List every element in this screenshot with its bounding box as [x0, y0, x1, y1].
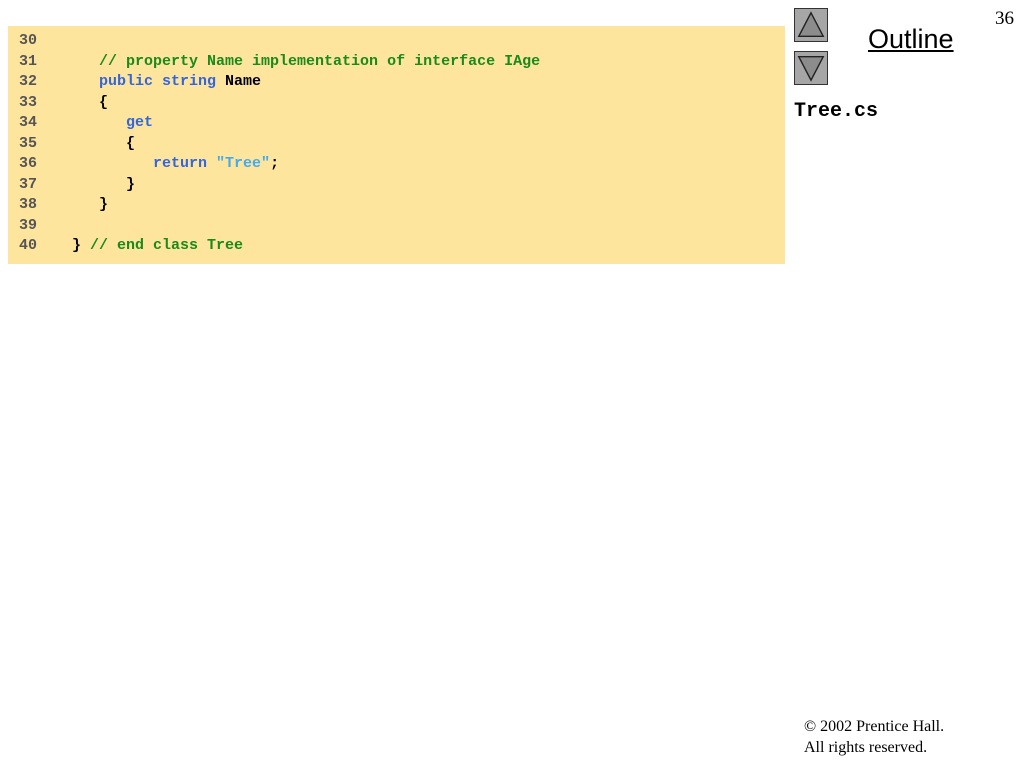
- code-line: 39: [19, 216, 785, 237]
- copyright-line-1: © 2002 Prentice Hall.: [804, 718, 945, 735]
- code-token: {: [99, 93, 109, 111]
- code-line: 37 }: [19, 175, 785, 196]
- copyright-line-2: All rights reserved.: [804, 739, 928, 756]
- triangle-up-icon: [797, 11, 825, 37]
- code-token: {: [126, 134, 136, 152]
- code-line: 30: [19, 31, 785, 52]
- code-line: 33 {: [19, 93, 785, 114]
- line-number: 35: [19, 134, 38, 152]
- triangle-down-icon: [797, 56, 825, 82]
- code-line: 36 return "Tree";: [19, 154, 785, 175]
- copyright-notice: © 2002 Prentice Hall. All rights reserve…: [804, 716, 944, 758]
- line-number: 36: [19, 155, 38, 172]
- code-token: get: [126, 114, 154, 131]
- line-number: 37: [19, 175, 38, 193]
- code-token: Name: [216, 73, 262, 90]
- line-number: 31: [19, 52, 38, 70]
- line-number: 32: [19, 73, 38, 90]
- code-token: ;: [270, 155, 280, 172]
- line-number: 39: [19, 216, 38, 234]
- code-token: }: [126, 175, 136, 193]
- line-number: 33: [19, 93, 38, 111]
- code-token: public string: [99, 73, 217, 90]
- code-token: // property Name implementation of inter…: [99, 52, 541, 70]
- code-line: 32 public string Name: [19, 72, 785, 93]
- code-line: 38 }: [19, 195, 785, 216]
- line-number: 40: [19, 237, 38, 254]
- code-token: }: [99, 196, 109, 213]
- line-number: 38: [19, 196, 38, 213]
- code-line: 34 get: [19, 113, 785, 134]
- code-line: 31 // property Name implementation of in…: [19, 52, 785, 73]
- code-token: return: [153, 155, 208, 172]
- outline-link[interactable]: Outline: [868, 24, 954, 55]
- file-name-label: Tree.cs: [794, 100, 879, 123]
- code-token: }: [72, 237, 91, 254]
- previous-slide-button[interactable]: [794, 8, 828, 42]
- code-token: "Tree": [216, 155, 271, 172]
- code-token: // end class Tree: [90, 237, 244, 254]
- code-listing: 30 31 // property Name implementation of …: [8, 26, 785, 264]
- code-line: 40} // end class Tree: [19, 236, 785, 257]
- page-number: 36: [995, 8, 1014, 29]
- next-slide-button[interactable]: [794, 51, 828, 85]
- code-line: 35 {: [19, 134, 785, 155]
- line-number: 30: [19, 32, 38, 49]
- line-number: 34: [19, 114, 38, 131]
